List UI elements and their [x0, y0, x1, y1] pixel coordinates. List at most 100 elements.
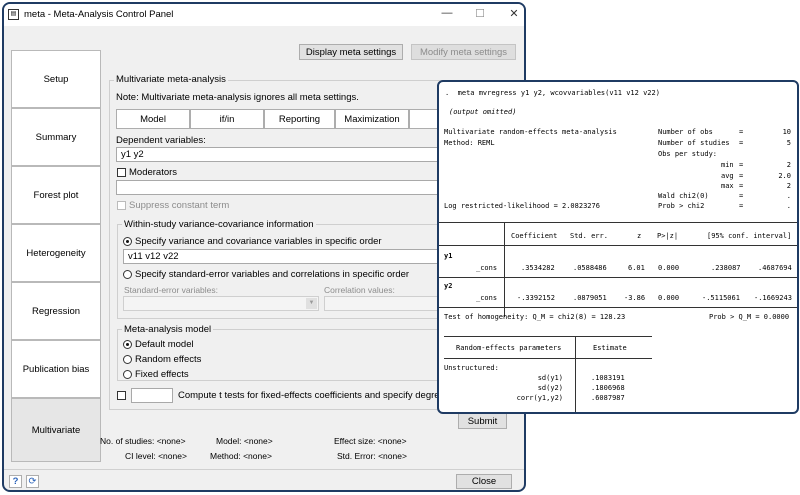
n-obs-label: Number of obs	[658, 128, 713, 136]
tab-more[interactable]	[409, 109, 439, 129]
dependent-variables-field[interactable]: y1 y2	[116, 147, 446, 162]
sidebar-item-regression[interactable]: Regression	[11, 282, 101, 340]
tab-model[interactable]: Model	[116, 109, 190, 129]
method-line: Method: REML	[444, 139, 495, 147]
submit-button[interactable]: Submit	[458, 413, 507, 429]
n-studies-label: Number of studies	[658, 139, 730, 147]
row-ci-low: .238087	[711, 264, 741, 272]
max-value: 2	[786, 182, 791, 190]
app-icon: ▤	[8, 9, 19, 20]
row-z: 6.01	[628, 264, 645, 272]
display-meta-settings-button[interactable]: Display meta settings	[299, 44, 403, 60]
re-table-rule	[444, 336, 652, 337]
row-ci-high: .4687694	[758, 264, 792, 272]
row-coef: -.3392152	[517, 294, 555, 302]
wald-value: .	[786, 192, 791, 200]
title-bar: ▤ meta - Meta-Analysis Control Panel — ☐…	[4, 4, 524, 26]
re-estimate-header: Estimate	[593, 344, 627, 352]
min-label: min	[721, 161, 734, 169]
tab-if-in[interactable]: if/in	[190, 109, 264, 129]
eq-sign: =	[739, 202, 744, 210]
row-p: 0.000	[658, 264, 680, 272]
window-title: meta - Meta-Analysis Control Panel	[24, 9, 174, 20]
chevron-down-icon: ▼	[306, 298, 317, 309]
sidebar-item-forest-plot[interactable]: Forest plot	[11, 166, 101, 224]
row-var: _cons	[476, 264, 498, 272]
table-divider	[504, 222, 505, 317]
minimize-button[interactable]: —	[437, 7, 457, 23]
eq-sign: =	[739, 172, 744, 180]
note-text: Note: Multivariate meta-analysis ignores…	[116, 92, 359, 103]
table-rule	[439, 222, 797, 223]
sidebar-item-heterogeneity[interactable]: Heterogeneity	[11, 224, 101, 282]
homogeneity-prob: Prob > Q_M = 0.0000	[709, 313, 790, 321]
table-rule	[439, 245, 797, 246]
dependent-variables-label: Dependent variables:	[116, 135, 206, 146]
suppress-constant-checkbox[interactable]	[117, 201, 126, 210]
specify-se-radio[interactable]	[123, 270, 132, 279]
default-model-label: Default model	[135, 339, 194, 350]
max-label: max	[721, 182, 734, 190]
row-ci-low: -.5115061	[702, 294, 740, 302]
model-group-title: Meta-analysis model	[122, 324, 214, 335]
status-studies: No. of studies: <none>	[100, 436, 186, 446]
col-std-err: Std. err.	[570, 232, 608, 240]
sidebar-item-publication-bias[interactable]: Publication bias	[11, 340, 101, 398]
status-method: Method: <none>	[210, 451, 272, 461]
re-name: sd(y1)	[537, 374, 563, 382]
prob-label: Prob > chi2	[658, 202, 705, 210]
moderators-checkbox[interactable]	[117, 168, 126, 177]
degrees-of-freedom-field[interactable]	[131, 388, 173, 403]
refresh-icon: ⟳	[28, 476, 37, 487]
table-rule	[439, 277, 797, 278]
moderators-field[interactable]	[116, 180, 446, 195]
sidebar: Setup Summary Forest plot Heterogeneity …	[4, 50, 104, 462]
specify-variance-radio[interactable]	[123, 237, 132, 246]
row-var: _cons	[476, 294, 498, 302]
compute-t-tests-label: Compute t tests for fixed-effects coeffi…	[178, 390, 461, 401]
model-title: Multivariate random-effects meta-analysi…	[444, 128, 617, 136]
sidebar-item-setup[interactable]: Setup	[11, 50, 101, 108]
help-button[interactable]: ?	[9, 475, 22, 488]
avg-label: avg	[721, 172, 734, 180]
row-se: .0879051	[573, 294, 607, 302]
default-model-radio[interactable]	[123, 340, 132, 349]
correlation-values-field[interactable]	[324, 296, 443, 311]
eq-sign: =	[739, 182, 744, 190]
tab-maximization[interactable]: Maximization	[335, 109, 409, 129]
within-study-title: Within-study variance-covariance informa…	[122, 219, 316, 230]
row-ci-high: -.1669243	[754, 294, 792, 302]
sidebar-item-multivariate[interactable]: Multivariate	[11, 398, 101, 462]
re-structure: Unstructured:	[444, 364, 499, 372]
homogeneity-test: Test of homogeneity: Q_M = chi2(8) = 128…	[444, 313, 626, 321]
re-table-divider	[575, 336, 576, 412]
output-omitted: (output omitted)	[449, 108, 517, 116]
maximize-button[interactable]: ☐	[470, 7, 490, 23]
sidebar-item-summary[interactable]: Summary	[11, 108, 101, 166]
se-variables-dropdown[interactable]: ▼	[123, 296, 319, 311]
eq-sign: =	[739, 161, 744, 169]
close-button[interactable]: Close	[456, 474, 512, 489]
refresh-button[interactable]: ⟳	[26, 475, 39, 488]
random-effects-radio[interactable]	[123, 355, 132, 364]
re-value: .1806968	[591, 384, 625, 392]
modify-meta-settings-button[interactable]: Modify meta settings	[411, 44, 516, 60]
status-ci-level: CI level: <none>	[125, 451, 187, 461]
tab-reporting[interactable]: Reporting	[264, 109, 335, 129]
prob-value: .	[786, 202, 791, 210]
fixed-effects-radio[interactable]	[123, 370, 132, 379]
compute-t-tests-checkbox[interactable]	[117, 391, 126, 400]
obs-per-study-label: Obs per study:	[658, 150, 718, 158]
re-value: .6087987	[591, 394, 625, 402]
eq-y1: y1	[444, 252, 453, 260]
row-z: -3.86	[624, 294, 646, 302]
col-ci: [95% conf. interval]	[707, 232, 792, 240]
re-name: corr(y1,y2)	[516, 394, 563, 402]
avg-value: 2.0	[778, 172, 791, 180]
col-z: z	[637, 232, 642, 240]
re-table-rule	[444, 358, 652, 359]
close-window-button[interactable]: ✕	[504, 7, 524, 23]
se-variables-label: Standard-error variables:	[124, 285, 219, 295]
variance-variables-field[interactable]: v11 v12 v22	[123, 249, 443, 264]
n-obs-value: 10	[782, 128, 791, 136]
